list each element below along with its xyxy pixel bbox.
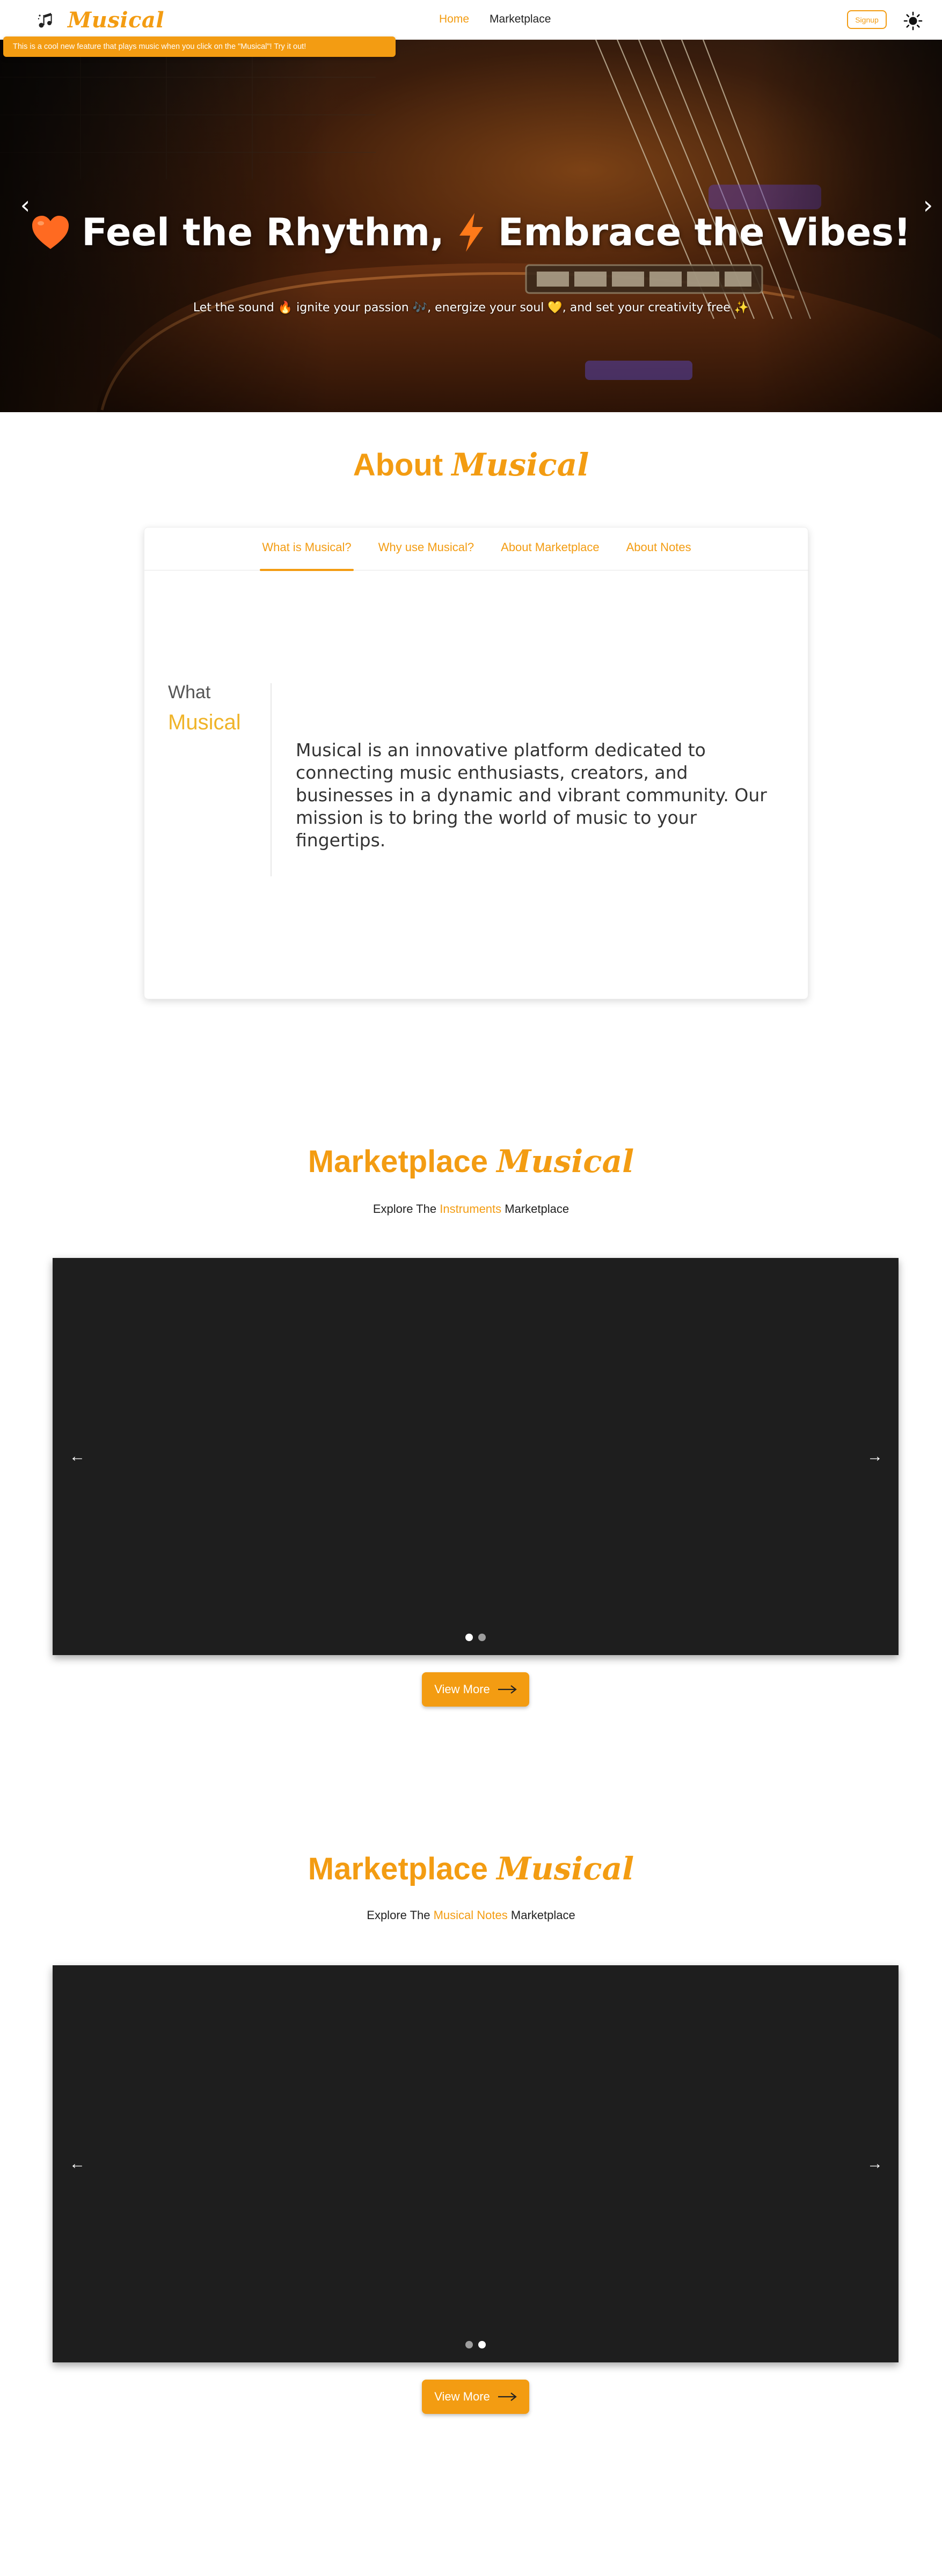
marketplace-instruments-title: Marketplace Musical	[0, 1143, 942, 1180]
carousel-dot[interactable]	[465, 1634, 473, 1641]
marketplace-title-brand[interactable]: Musical	[496, 1143, 634, 1180]
marketplace-notes-title: Marketplace Musical	[0, 1850, 942, 1887]
nav-marketplace-link[interactable]: Marketplace	[490, 13, 551, 26]
signup-button[interactable]: Signup	[847, 10, 887, 29]
about-title: About Musical	[0, 447, 942, 483]
subtitle-highlight: Musical Notes	[433, 1908, 508, 1922]
carousel-dot[interactable]	[465, 2341, 473, 2348]
marketplace-title-prefix: Marketplace	[308, 1851, 488, 1886]
tab-why-use-musical[interactable]: Why use Musical?	[378, 528, 474, 570]
long-arrow-right-icon	[498, 1685, 517, 1694]
arrow-right-icon: →	[867, 2155, 883, 2172]
navbar: Musical Home Marketplace Signup	[0, 0, 942, 40]
instruments-view-more-button[interactable]: View More	[422, 1672, 529, 1707]
marketplace-instruments-subtitle: Explore The Instruments Marketplace	[0, 1202, 942, 1216]
nav-home-link[interactable]: Home	[439, 13, 469, 26]
hero-title-part2: Embrace the Vibes!	[498, 210, 911, 254]
about-card: What is Musical? Why use Musical? About …	[144, 527, 809, 999]
about-panel-heading: What Musical	[168, 682, 254, 735]
notes-carousel-dots	[53, 2341, 899, 2348]
hero-title-part1: Feel the Rhythm,	[82, 210, 444, 254]
about-tabs: What is Musical? Why use Musical? About …	[144, 528, 809, 571]
subtitle-highlight: Instruments	[440, 1202, 502, 1216]
feature-toast[interactable]: This is a cool new feature that plays mu…	[3, 36, 396, 57]
instruments-next-button[interactable]: →	[864, 1446, 886, 1467]
hero-subtitle: Let the sound 🔥 ignite your passion 🎶, e…	[193, 301, 749, 314]
tab-about-notes[interactable]: About Notes	[626, 528, 691, 570]
orange-heart-icon	[32, 216, 69, 249]
notes-prev-button[interactable]: ←	[67, 2153, 88, 2175]
arrow-left-icon: ←	[69, 2155, 85, 2172]
about-divider	[271, 683, 272, 876]
arrow-left-icon: ←	[69, 1447, 85, 1465]
view-more-label: View More	[434, 2390, 490, 2403]
subtitle-after: Marketplace	[505, 1202, 569, 1216]
brand-name[interactable]: Musical	[68, 8, 164, 33]
carousel-dot[interactable]	[478, 1634, 486, 1641]
subtitle-before: Explore The	[367, 1908, 430, 1922]
brand[interactable]: Musical	[36, 8, 164, 33]
marketplace-title-prefix: Marketplace	[308, 1144, 488, 1179]
carousel-dot[interactable]	[478, 2341, 486, 2348]
about-description: Musical is an innovative platform dedica…	[296, 740, 767, 851]
notes-view-more-button[interactable]: View More	[422, 2380, 529, 2414]
arrow-right-icon: →	[867, 1447, 883, 1465]
instruments-carousel[interactable]: ← →	[53, 1258, 899, 1655]
about-title-brand[interactable]: Musical	[451, 447, 589, 483]
music-notes-icon	[38, 12, 52, 27]
notes-next-button[interactable]: →	[864, 2153, 886, 2175]
about-title-prefix: About	[353, 448, 443, 482]
instruments-prev-button[interactable]: ←	[67, 1446, 88, 1467]
marketplace-notes-subtitle: Explore The Musical Notes Marketplace	[0, 1908, 942, 1922]
long-arrow-right-icon	[498, 2392, 517, 2401]
hero-carousel: ‹ › Feel the Rhythm, Embrace the Vibes! …	[0, 40, 942, 412]
marketplace-title-brand[interactable]: Musical	[496, 1850, 634, 1887]
tab-about-marketplace[interactable]: About Marketplace	[501, 528, 599, 570]
subtitle-after: Marketplace	[510, 1908, 575, 1922]
about-heading-what: What	[168, 682, 211, 702]
notes-carousel[interactable]: ← →	[53, 1965, 899, 2362]
main-nav: Home Marketplace	[439, 13, 551, 26]
lightning-icon	[459, 213, 483, 252]
tab-what-is-musical[interactable]: What is Musical?	[260, 528, 354, 571]
sun-icon[interactable]	[903, 11, 923, 31]
instruments-carousel-dots	[53, 1634, 899, 1641]
hero-title: Feel the Rhythm, Embrace the Vibes!	[0, 210, 942, 254]
view-more-label: View More	[434, 1682, 490, 1696]
subtitle-before: Explore The	[373, 1202, 437, 1216]
about-heading-brand: Musical	[168, 711, 241, 734]
